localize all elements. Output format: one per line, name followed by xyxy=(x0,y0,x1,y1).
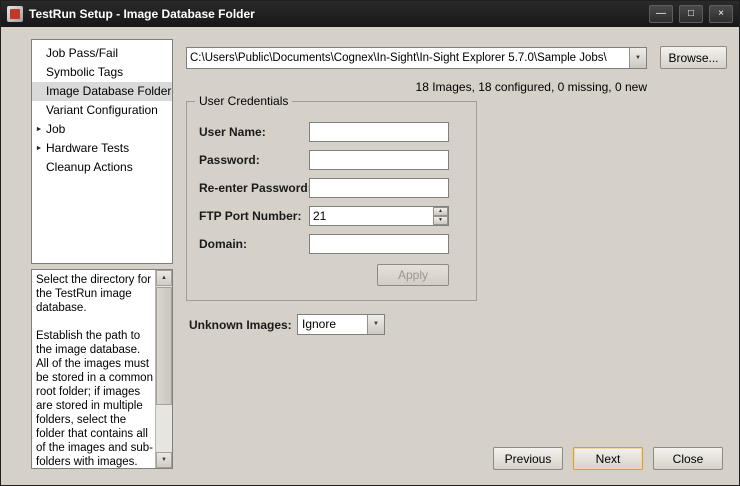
spin-down-icon[interactable]: ▼ xyxy=(433,216,448,225)
expand-icon[interactable]: ► xyxy=(34,139,44,158)
sidebar-item-label: Variant Configuration xyxy=(46,103,158,117)
sidebar-item-job[interactable]: ► Job xyxy=(32,120,172,139)
title-bar: TestRun Setup - Image Database Folder — … xyxy=(1,1,739,27)
chevron-down-icon[interactable]: ▼ xyxy=(629,48,646,68)
sidebar-item-hardware-tests[interactable]: ► Hardware Tests xyxy=(32,139,172,158)
reenter-password-label: Re-enter Password: xyxy=(199,181,312,195)
minimize-icon[interactable]: — xyxy=(649,5,673,23)
apply-button[interactable]: Apply xyxy=(377,264,449,286)
next-button[interactable]: Next xyxy=(573,447,643,470)
image-count-status: 18 Images, 18 configured, 0 missing, 0 n… xyxy=(186,80,647,94)
password-input[interactable] xyxy=(309,150,449,170)
sidebar-item-label: Cleanup Actions xyxy=(46,160,133,174)
image-database-path-combo: ▼ xyxy=(186,47,647,69)
sidebar-item-image-database-folder[interactable]: Image Database Folder xyxy=(32,82,172,101)
description-text: Select the directory for the TestRun ima… xyxy=(32,270,155,468)
sidebar-item-label: Job xyxy=(46,122,65,136)
description-paragraph: Establish the path to the image database… xyxy=(36,329,153,468)
app-icon xyxy=(7,6,23,22)
user-credentials-group: User Credentials User Name: Password: Re… xyxy=(186,101,477,301)
unknown-images-label: Unknown Images: xyxy=(189,318,292,332)
expand-icon[interactable]: ► xyxy=(34,120,44,139)
scroll-up-icon[interactable]: ▲ xyxy=(156,270,172,286)
spin-up-icon[interactable]: ▲ xyxy=(433,207,448,216)
browse-button[interactable]: Browse... xyxy=(660,46,727,69)
description-panel: Select the directory for the TestRun ima… xyxy=(31,269,173,469)
user-name-input[interactable] xyxy=(309,122,449,142)
sidebar-item-label: Hardware Tests xyxy=(46,141,129,155)
chevron-down-icon[interactable]: ▼ xyxy=(367,315,384,334)
ftp-port-input[interactable] xyxy=(309,206,449,226)
ftp-port-label: FTP Port Number: xyxy=(199,209,301,223)
sidebar-item-variant-configuration[interactable]: Variant Configuration xyxy=(32,101,172,120)
description-paragraph: Select the directory for the TestRun ima… xyxy=(36,273,153,315)
window-controls: — □ × xyxy=(649,5,733,23)
unknown-images-value: Ignore xyxy=(302,315,336,334)
sidebar-item-cleanup-actions[interactable]: Cleanup Actions xyxy=(32,158,172,177)
ftp-port-stepper: ▲ ▼ xyxy=(309,206,449,226)
domain-label: Domain: xyxy=(199,237,247,251)
reenter-password-input[interactable] xyxy=(309,178,449,198)
sidebar-item-label: Job Pass/Fail xyxy=(46,46,118,60)
user-name-label: User Name: xyxy=(199,125,266,139)
unknown-images-select[interactable]: Ignore ▼ xyxy=(297,314,385,335)
scroll-down-icon[interactable]: ▼ xyxy=(156,452,172,468)
sidebar-item-symbolic-tags[interactable]: Symbolic Tags xyxy=(32,63,172,82)
scrollbar-thumb[interactable] xyxy=(156,287,172,405)
domain-input[interactable] xyxy=(309,234,449,254)
maximize-icon[interactable]: □ xyxy=(679,5,703,23)
description-scrollbar[interactable]: ▲ ▼ xyxy=(155,270,172,468)
window-title: TestRun Setup - Image Database Folder xyxy=(29,7,255,21)
sidebar-item-job-pass-fail[interactable]: Job Pass/Fail xyxy=(32,44,172,63)
previous-button[interactable]: Previous xyxy=(493,447,563,470)
setup-nav-list: Job Pass/Fail Symbolic Tags Image Databa… xyxy=(31,39,173,264)
close-button[interactable]: Close xyxy=(653,447,723,470)
testrun-setup-window: TestRun Setup - Image Database Folder — … xyxy=(0,0,740,486)
sidebar-item-label: Image Database Folder xyxy=(46,84,171,98)
group-title: User Credentials xyxy=(195,94,292,108)
password-label: Password: xyxy=(199,153,260,167)
image-database-path-input[interactable] xyxy=(187,48,629,68)
close-icon[interactable]: × xyxy=(709,5,733,23)
sidebar-item-label: Symbolic Tags xyxy=(46,65,123,79)
